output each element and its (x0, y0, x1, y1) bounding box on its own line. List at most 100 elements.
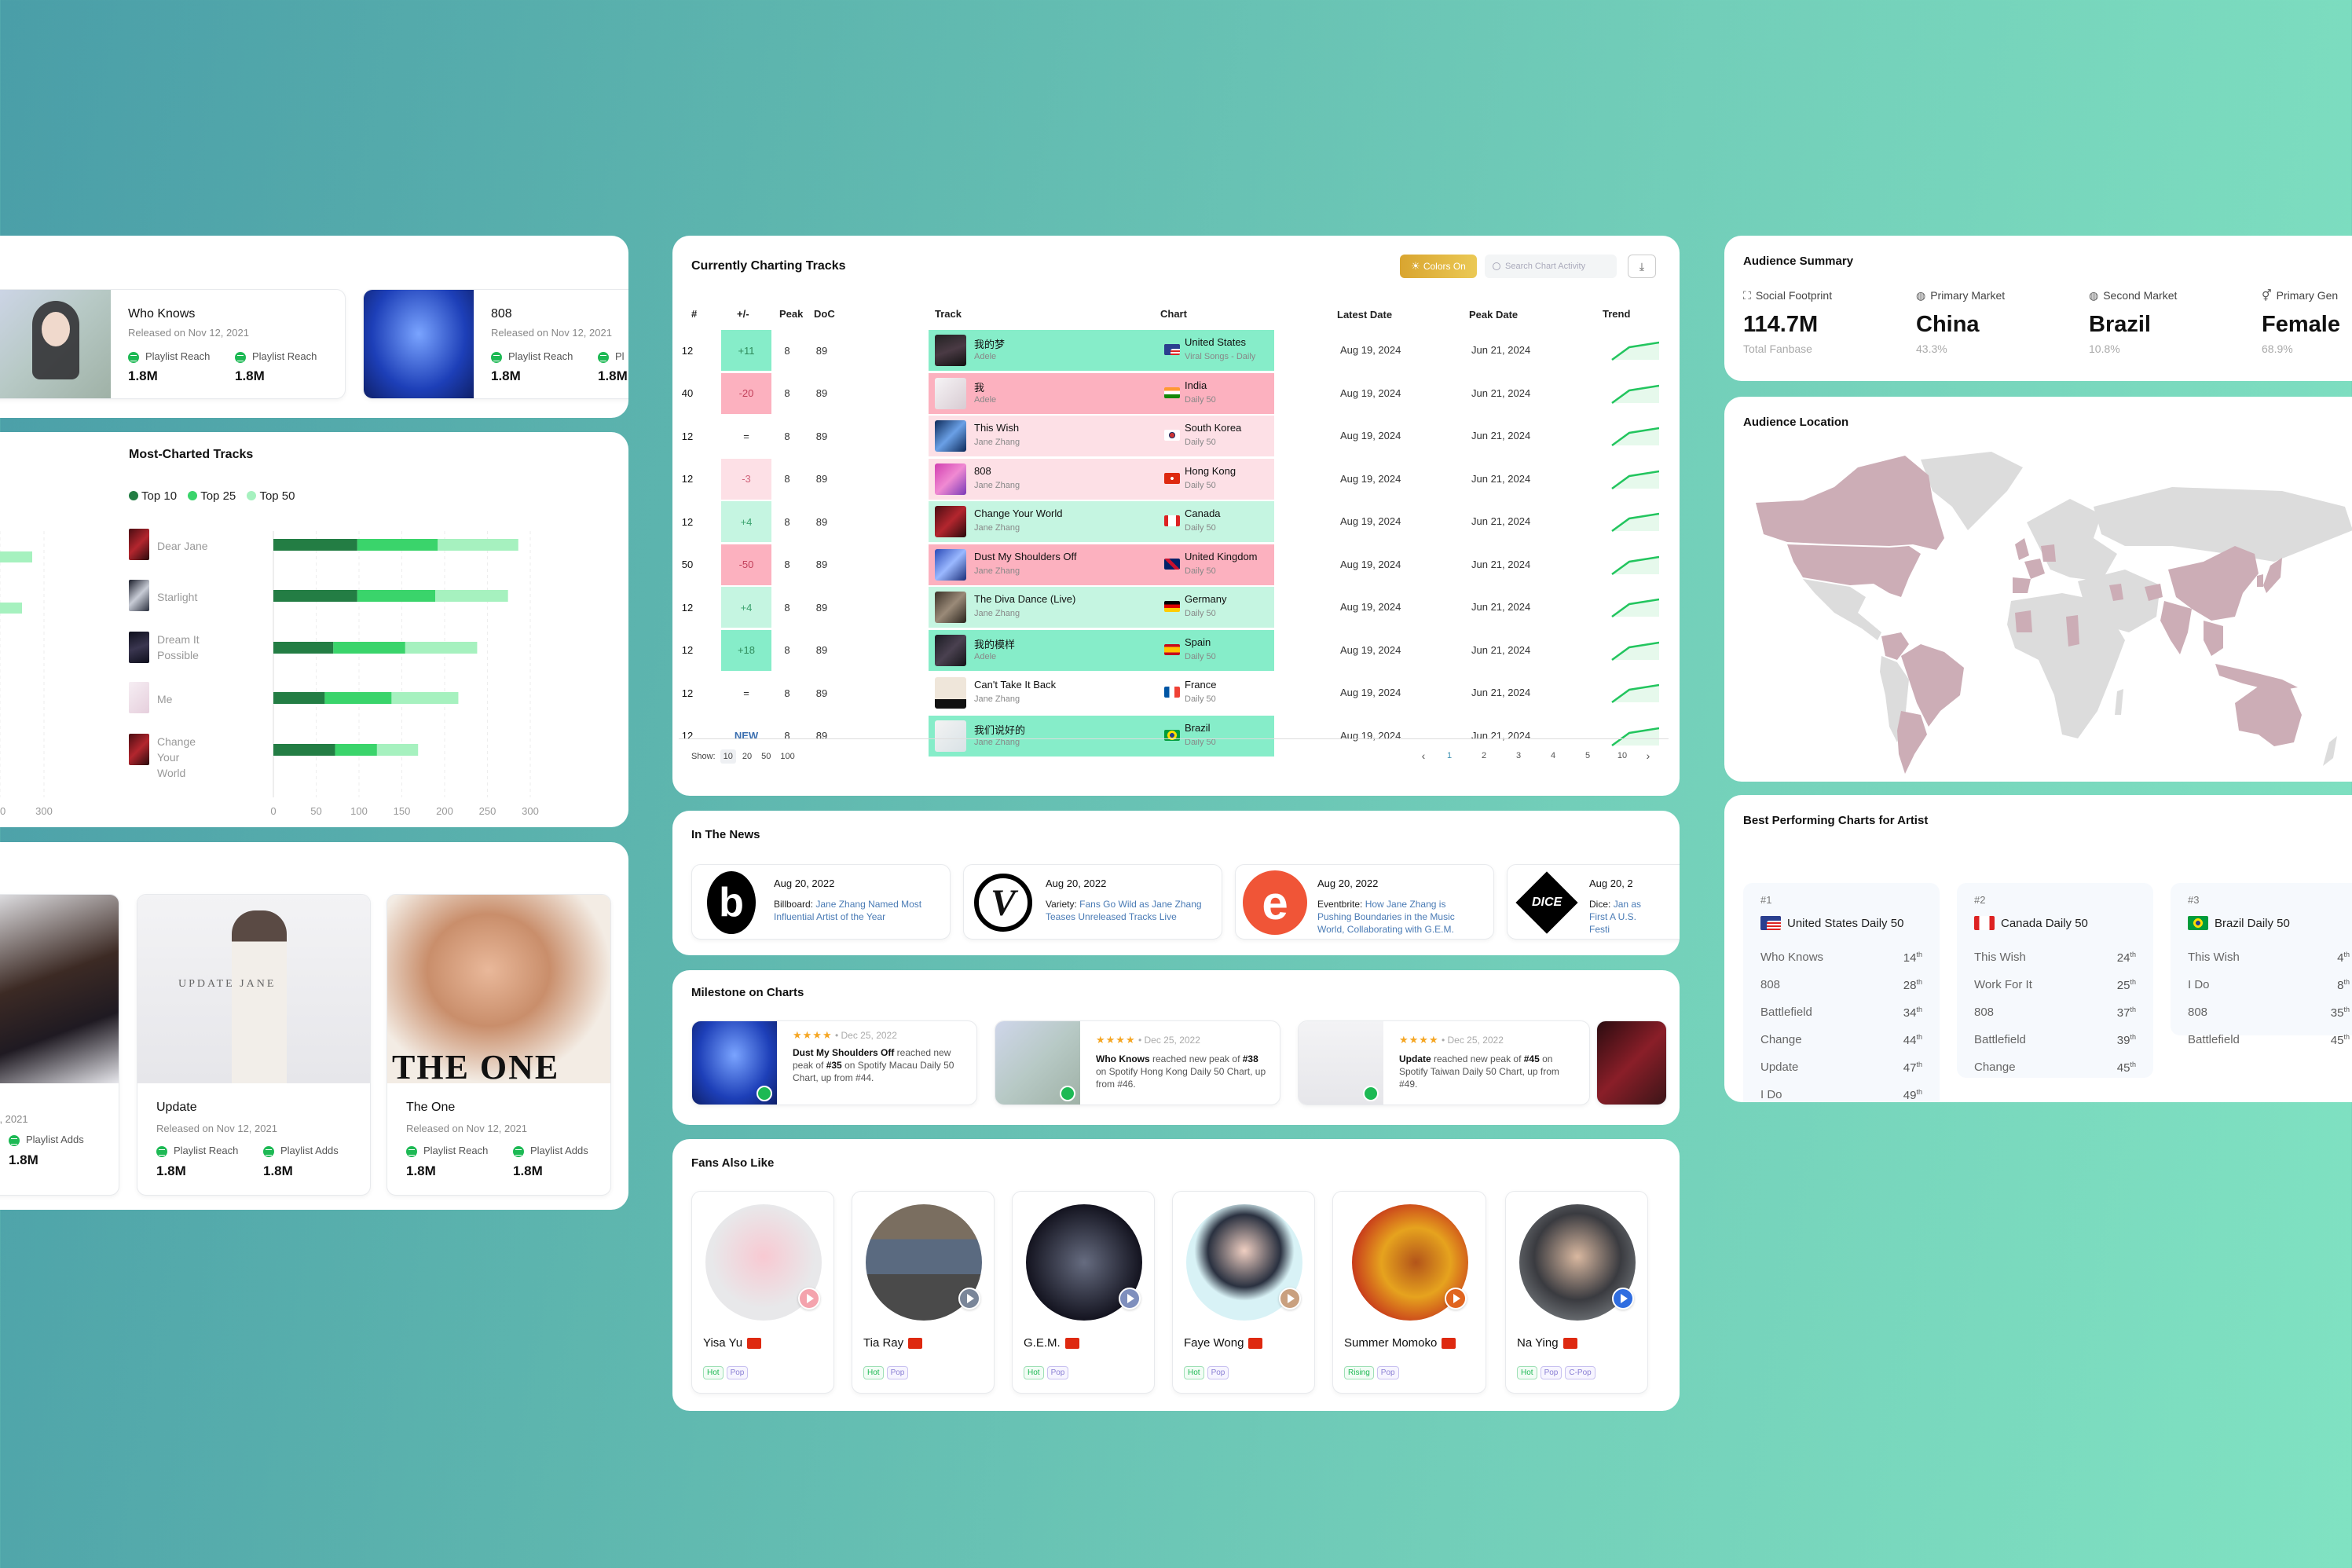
legend-item-top50[interactable]: Top 50 (247, 489, 295, 503)
track-artist[interactable]: Jane Zhang (974, 438, 1020, 447)
chart-country[interactable]: Spain (1185, 636, 1211, 648)
track-chart-band[interactable]: Dust My Shoulders Off Jane Zhang United Ki… (929, 544, 1274, 585)
track-artist[interactable]: Adele (974, 395, 996, 405)
play-button[interactable] (958, 1288, 980, 1310)
track-artist[interactable]: Jane Zhang (974, 694, 1020, 704)
track-chart-band[interactable]: 我的梦 Adele United States Viral Songs - Daily (929, 330, 1274, 371)
map-region-chad[interactable] (2066, 615, 2079, 647)
page-button[interactable]: 10 (1605, 751, 1639, 760)
page-button[interactable]: 2 (1467, 751, 1501, 760)
track-artist[interactable]: Adele (974, 652, 996, 661)
bar-segment-top50[interactable] (435, 590, 508, 602)
song-card[interactable]: 808 Released on Nov 12, 2021 Playlist Re… (363, 289, 628, 399)
track-name[interactable]: 我的模样 (974, 636, 1015, 651)
milestone-card[interactable]: ★★★★ • Dec 25, 2022 Dust My Shoulders Off… (691, 1020, 977, 1105)
artist-name[interactable]: Yisa Yu (703, 1336, 742, 1350)
chart-entry[interactable]: Work For It 25th (1974, 978, 2136, 992)
bar-segment-top25[interactable] (357, 539, 438, 551)
news-card[interactable]: DICE Aug 20, 2 Dice: Jan as First A U.S. F… (1507, 864, 1680, 940)
track-name[interactable]: Dust My Shoulders Off (974, 551, 1077, 562)
map-region-india[interactable] (2160, 601, 2192, 654)
artist-card[interactable]: Na Ying Hot Pop C-Pop (1505, 1191, 1648, 1394)
track-chart-band[interactable]: 我的模样 Adele Spain Daily 50 (929, 629, 1274, 671)
milestone-track[interactable]: Who Knows (1096, 1053, 1150, 1064)
artist-card[interactable]: Yisa Yu Hot Pop (691, 1191, 834, 1394)
news-card[interactable]: V Aug 20, 2022 Variety: Fans Go Wild as Ja… (963, 864, 1222, 940)
chart-entry[interactable]: Change 45th (1974, 1061, 2136, 1075)
track-chart-band[interactable]: Can't Take It Back Jane Zhang France Daily … (929, 672, 1274, 713)
track-chart-band[interactable]: 808 Jane Zhang Hong Kong Daily 50 (929, 458, 1274, 500)
song-card[interactable]: Who Knows Released on Nov 12, 2021 Playl… (0, 289, 346, 399)
play-button[interactable] (1119, 1288, 1141, 1310)
track-artist[interactable]: Jane Zhang (974, 481, 1020, 490)
col-rank[interactable]: # (691, 308, 697, 320)
map-region-japan[interactable] (2263, 558, 2282, 593)
download-button[interactable]: ⤓ (1628, 255, 1656, 278)
map-region-mexico[interactable] (1803, 579, 1881, 640)
track-chart-band[interactable]: 我 Adele India Daily 50 (929, 372, 1274, 414)
chart-country[interactable]: United Kingdom (1185, 551, 1258, 562)
map-region-canada[interactable] (1756, 456, 1944, 550)
page-size-option[interactable]: 50 (758, 749, 774, 764)
table-row[interactable]: 12 -3 8 89 808 Jane Zhang Hong Kong Daily 50 Aug… (672, 458, 1680, 500)
prev-page-button[interactable]: ‹ (1415, 749, 1432, 762)
table-row[interactable]: 12 = 8 89 Can't Take It Back Jane Zhang France… (672, 672, 1680, 713)
album-card[interactable]: 12, 2021 Playlist Adds 1.8M (0, 894, 119, 1196)
page-button[interactable]: 3 (1501, 751, 1536, 760)
bar-segment-top25[interactable] (324, 692, 392, 704)
col-track[interactable]: Track (935, 308, 962, 320)
track-name[interactable]: 我 (974, 379, 984, 394)
map-region-madagascar[interactable] (2115, 689, 2123, 715)
chart-entry[interactable]: I Do 8th (2188, 978, 2350, 992)
milestone-card[interactable]: ★★★★ • Dec 25, 2022 Update reached new pe… (1298, 1020, 1590, 1105)
map-region-korea[interactable] (2257, 574, 2263, 587)
map-region-germany[interactable] (2041, 544, 2056, 562)
artist-name[interactable]: Tia Ray (863, 1336, 903, 1350)
next-page-button[interactable]: › (1639, 749, 1657, 762)
chart-entry[interactable]: 808 37th (1974, 1006, 2136, 1020)
chart-ranking-card[interactable]: #1 United States Daily 50 Who Knows 14th 808… (1743, 883, 1940, 1102)
artist-card[interactable]: Faye Wong Hot Pop (1172, 1191, 1315, 1394)
track-name[interactable]: Change Your World (974, 507, 1063, 519)
milestone-track[interactable]: Update (1399, 1053, 1431, 1064)
bar-segment-top50[interactable] (376, 744, 419, 756)
chart-country[interactable]: Hong Kong (1185, 465, 1236, 477)
artist-name[interactable]: Summer Momoko (1344, 1336, 1437, 1350)
col-doc[interactable]: DoC (814, 308, 835, 320)
news-card[interactable]: e Aug 20, 2022 Eventbrite: How Jane Zhang … (1235, 864, 1494, 940)
track-chart-band[interactable]: The Diva Dance (Live) Jane Zhang Germany Da… (929, 587, 1274, 628)
col-peak-date[interactable]: Peak Date (1469, 309, 1518, 321)
chart-country[interactable]: France (1185, 679, 1216, 691)
map-region-spain[interactable] (2013, 577, 2031, 593)
col-latest-date[interactable]: Latest Date (1337, 309, 1392, 321)
play-button[interactable] (798, 1288, 820, 1310)
play-button[interactable] (1279, 1288, 1301, 1310)
track-chart-band[interactable]: This Wish Jane Zhang South Korea Daily 50 (929, 416, 1274, 456)
track-name[interactable]: 808 (974, 465, 991, 477)
col-peak[interactable]: Peak (779, 308, 803, 320)
colors-on-button[interactable]: ☀ Colors On (1400, 255, 1477, 278)
artist-name[interactable]: G.E.M. (1024, 1336, 1061, 1350)
news-card[interactable]: b Aug 20, 2022 Billboard: Jane Zhang Named… (691, 864, 951, 940)
chart-ranking-card[interactable]: #3 Brazil Daily 50 This Wish 4th I Do 8th 808 3… (2171, 883, 2352, 1047)
album-card[interactable]: THE ONE The One Released on Nov 12, 2021… (387, 894, 611, 1196)
bar-segment-top25[interactable] (335, 744, 377, 756)
track-name[interactable]: 我的梦 (974, 336, 1005, 351)
table-row[interactable]: 40 -20 8 89 我 Adele India Daily 50 Aug 19, 2024 J… (672, 372, 1680, 414)
bar-segment-top10[interactable] (273, 744, 335, 756)
table-row[interactable]: 12 +4 8 89 The Diva Dance (Live) Jane Zhang Ge… (672, 587, 1680, 628)
track-name[interactable]: This Wish (974, 422, 1019, 434)
world-map[interactable] (1732, 444, 2352, 774)
bar-segment-top10[interactable] (273, 590, 357, 602)
chart-entry[interactable]: This Wish 24th (1974, 951, 2136, 965)
map-region-southeast-asia[interactable] (2204, 621, 2223, 656)
col-delta[interactable]: +/- (737, 308, 749, 320)
track-artist[interactable]: Jane Zhang (974, 523, 1020, 533)
map-region-uk[interactable] (2015, 538, 2029, 560)
search-input[interactable]: Search Chart Activity (1485, 255, 1617, 278)
milestone-card-partial[interactable] (1596, 1020, 1667, 1105)
bar-segment-top50[interactable] (438, 539, 518, 551)
page-size-option[interactable]: 100 (777, 749, 797, 764)
track-name[interactable]: The Diva Dance (Live) (974, 593, 1075, 605)
chart-entry[interactable]: 808 35th (2188, 1006, 2350, 1020)
